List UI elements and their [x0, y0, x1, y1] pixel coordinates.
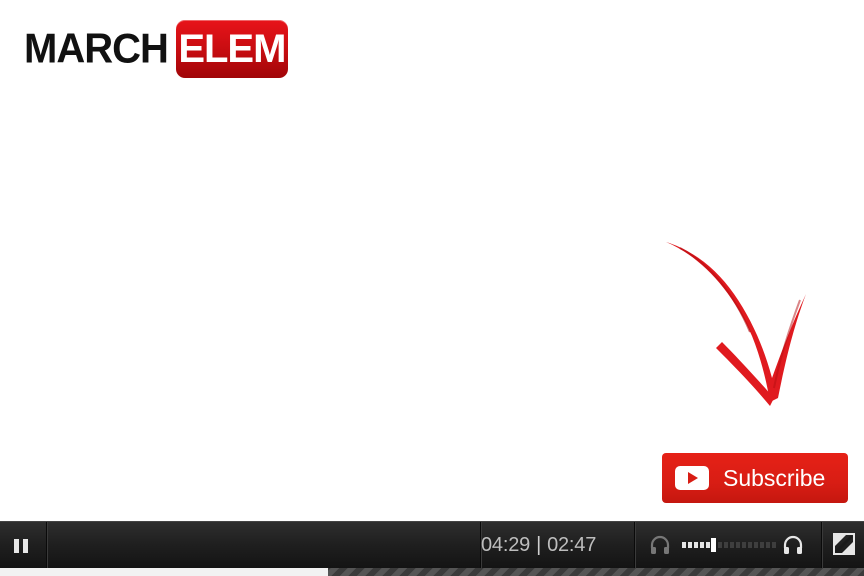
red-down-arrow-icon: [666, 242, 806, 406]
volume-tick: [688, 542, 692, 548]
volume-tick: [700, 542, 704, 548]
volume-slider[interactable]: [682, 538, 778, 552]
volume-tick: [748, 542, 752, 548]
current-time: 04:29: [481, 533, 531, 556]
volume-tick: [730, 542, 734, 548]
time-display: 04:29 | 02:47: [481, 522, 633, 568]
headphones-icon[interactable]: [649, 534, 671, 556]
subscribe-button[interactable]: Subscribe: [662, 453, 848, 503]
volume-tick: [742, 542, 746, 548]
volume-tick: [694, 542, 698, 548]
playback-progress-bar[interactable]: [0, 568, 864, 576]
time-separator: |: [536, 533, 542, 556]
fullscreen-icon[interactable]: [822, 522, 864, 568]
video-stage: MARCH ELEM Subscribe 04:29 | 02:47: [0, 0, 864, 576]
volume-tick: [682, 542, 686, 548]
volume-ticks: [682, 538, 776, 552]
volume-tick: [724, 542, 728, 548]
volume-tick: [772, 542, 776, 548]
volume-tick: [766, 542, 770, 548]
logo-text-black: MARCH: [24, 25, 169, 72]
control-divider: [46, 522, 47, 568]
control-divider: [634, 522, 635, 568]
pause-icon: [14, 539, 19, 553]
pause-button[interactable]: [0, 522, 46, 568]
volume-knob[interactable]: [711, 538, 716, 552]
volume-tick: [754, 542, 758, 548]
volume-tick: [706, 542, 710, 548]
player-control-bar: 04:29 | 02:47: [0, 521, 864, 568]
volume-tick: [718, 542, 722, 548]
duration: 02:47: [547, 533, 597, 556]
subscribe-label: Subscribe: [723, 464, 826, 491]
volume-tick: [760, 542, 764, 548]
pause-icon-bar: [23, 539, 28, 553]
logo-text-red-badge: ELEM: [175, 20, 288, 78]
headphones-volume-up-icon[interactable]: [782, 534, 804, 556]
progress-fill: [0, 568, 329, 576]
brand-logo: MARCH ELEM: [24, 20, 288, 78]
youtube-play-icon: [675, 466, 709, 490]
volume-tick: [736, 542, 740, 548]
